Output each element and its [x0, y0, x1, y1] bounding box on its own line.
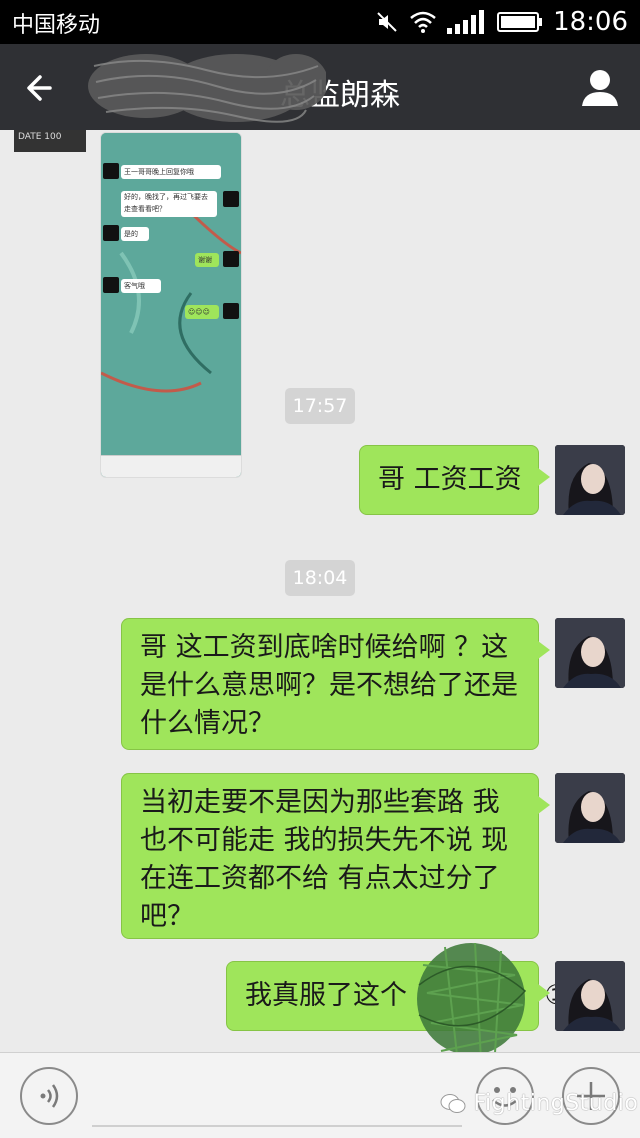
mini-avatar [223, 303, 239, 319]
avatar[interactable] [555, 961, 625, 1031]
mini-input-bar [101, 455, 241, 477]
mini-avatar [223, 191, 239, 207]
redaction-scribble [88, 54, 326, 123]
mini-bubble: 客气哦 [121, 279, 161, 293]
timestamp: 17:57 [285, 388, 355, 424]
avatar[interactable] [555, 773, 625, 843]
watermark-text: FightingStudio [473, 1091, 639, 1116]
input-bar: FightingStudio [0, 1052, 640, 1138]
chat-messages: DATE 100 王一哥哥晚上回复你哦 好的，晚找了，再过飞要去走查看看吧？ 是… [0, 130, 640, 1052]
sent-message[interactable]: 当初走要不是因为那些套路 我也不可能走 我的损失先不说 现在连工资都不给 有点太… [121, 773, 550, 939]
voice-icon [40, 1084, 59, 1108]
mini-bubble: 谢谢 [195, 253, 219, 267]
wechat-icon [440, 1094, 466, 1113]
status-time: 18:06 [553, 7, 628, 37]
mini-bubble: ☺☺☺ [185, 305, 219, 319]
avatar-photo [555, 961, 625, 1031]
mini-bubble: 好的，晚找了，再过飞要去走查看看吧？ [121, 191, 217, 217]
watermark: FightingStudio [440, 1091, 638, 1116]
status-bar: 中国移动 18:06 [0, 0, 640, 44]
screenshot-image-message[interactable]: 王一哥哥晚上回复你哦 好的，晚找了，再过飞要去走查看看吧？ 是的 谢谢 客气哦 … [100, 132, 242, 478]
avatar[interactable] [555, 618, 625, 688]
chat-header: 总监朗森 [0, 44, 640, 130]
image-texture [101, 133, 241, 477]
avatar-photo [555, 445, 625, 515]
mini-bubble: 是的 [121, 227, 149, 241]
person-icon[interactable] [578, 66, 622, 110]
voice-button[interactable] [20, 1067, 78, 1125]
battery-icon [497, 12, 543, 32]
mini-bubble: 王一哥哥晚上回复你哦 [121, 165, 221, 179]
message-input[interactable] [92, 1093, 462, 1127]
signal-icon [447, 10, 485, 34]
carrier-name: 中国移动 [12, 13, 101, 38]
avatar[interactable] [555, 445, 625, 515]
avatar-photo [555, 773, 625, 843]
timestamp: 18:04 [285, 560, 355, 596]
mini-avatar [103, 163, 119, 179]
mute-icon [377, 12, 397, 32]
wifi-icon [410, 11, 436, 33]
mini-avatar [103, 277, 119, 293]
avatar-photo [555, 618, 625, 688]
mini-avatar [103, 225, 119, 241]
sent-message[interactable]: 哥 这工资到底啥时候给啊 ？这是什么意思啊？是不想给了还是什么情况？ [121, 618, 550, 750]
status-icons: 18:06 [375, 5, 628, 39]
redaction-scribble [417, 942, 527, 1062]
back-arrow-icon[interactable] [20, 66, 64, 110]
partial-image-thumb[interactable]: DATE 100 [14, 130, 86, 152]
sent-message[interactable]: 哥 工资工资 [359, 445, 550, 515]
mini-avatar [223, 251, 239, 267]
